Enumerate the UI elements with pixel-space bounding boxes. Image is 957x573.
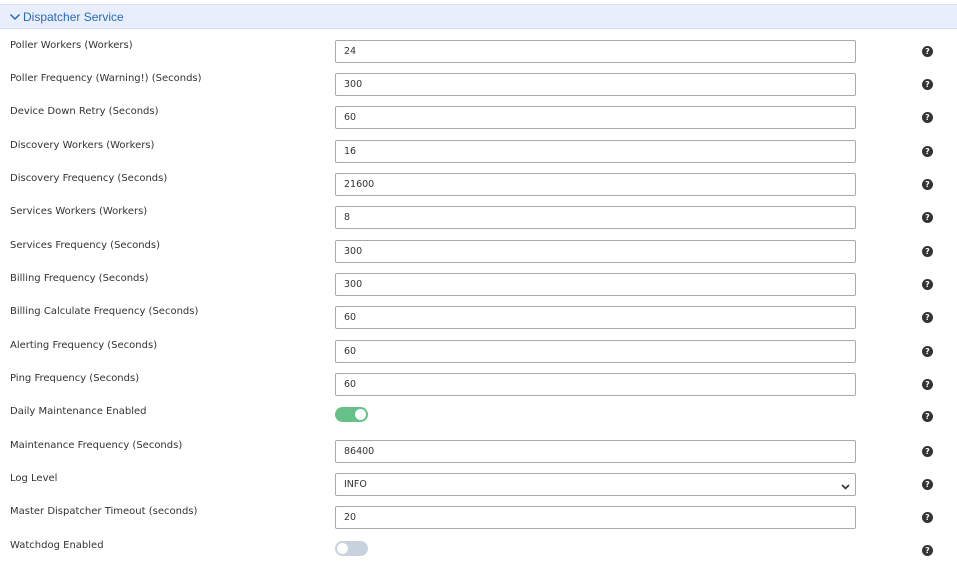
setting-row-device-down-retry-seconds: Device Down Retry (Seconds) 60? (0, 106, 957, 139)
setting-row-services-workers-workers: Services Workers (Workers) 8? (0, 206, 957, 239)
billing-frequency-seconds-input[interactable]: 300 (335, 273, 856, 296)
help-icon[interactable]: ? (922, 212, 933, 223)
setting-row-alerting-frequency-seconds: Alerting Frequency (Seconds) 60? (0, 340, 957, 373)
discovery-frequency-seconds-input[interactable]: 21600 (335, 173, 856, 196)
setting-row-services-frequency-seconds: Services Frequency (Seconds) 300? (0, 240, 957, 273)
help-icon[interactable]: ? (922, 246, 933, 257)
help-icon[interactable]: ? (922, 346, 933, 357)
master-dispatcher-timeout-seconds-input[interactable]: 20 (335, 506, 856, 529)
services-frequency-seconds-input[interactable]: 300 (335, 240, 856, 263)
help-icon[interactable]: ? (922, 312, 933, 323)
billing-calculate-frequency-seconds-input[interactable]: 60 (335, 306, 856, 329)
help-icon[interactable]: ? (922, 379, 933, 390)
setting-row-billing-frequency-seconds: Billing Frequency (Seconds) 300? (0, 273, 957, 306)
select-value: INFO (344, 479, 367, 490)
toggle-knob (337, 543, 348, 554)
help-icon[interactable]: ? (922, 545, 933, 556)
discovery-workers-workers-input[interactable]: 16 (335, 140, 856, 163)
setting-label: Maintenance Frequency (Seconds) (10, 440, 183, 451)
setting-label: Discovery Frequency (Seconds) (10, 173, 168, 184)
setting-label: Discovery Workers (Workers) (10, 140, 155, 151)
setting-row-discovery-frequency-seconds: Discovery Frequency (Seconds) 21600? (0, 173, 957, 206)
setting-label: Poller Workers (Workers) (10, 40, 133, 51)
log-level-select[interactable]: INFO (335, 473, 856, 496)
device-down-retry-seconds-input[interactable]: 60 (335, 106, 856, 129)
setting-label: Ping Frequency (Seconds) (10, 373, 140, 384)
setting-row-discovery-workers-workers: Discovery Workers (Workers) 16? (0, 140, 957, 173)
setting-row-maintenance-frequency-seconds: Maintenance Frequency (Seconds) 86400? (0, 440, 957, 473)
maintenance-frequency-seconds-input[interactable]: 86400 (335, 440, 856, 463)
setting-row-billing-calculate-frequency-seconds: Billing Calculate Frequency (Seconds) 60? (0, 306, 957, 339)
ping-frequency-seconds-input[interactable]: 60 (335, 373, 856, 396)
setting-label: Services Frequency (Seconds) (10, 240, 160, 251)
setting-row-watchdog-enabled: Watchdog Enabled? (0, 540, 957, 573)
setting-row-log-level: Log Level INFO? (0, 473, 957, 506)
setting-label: Alerting Frequency (Seconds) (10, 340, 158, 351)
poller-frequency-warning-seconds-input[interactable]: 300 (335, 73, 856, 96)
alerting-frequency-seconds-input[interactable]: 60 (335, 340, 856, 363)
setting-row-poller-frequency-warning-seconds: Poller Frequency (Warning!) (Seconds) 300… (0, 73, 957, 106)
setting-label: Log Level (10, 473, 58, 484)
help-icon[interactable]: ? (922, 146, 933, 157)
help-icon[interactable]: ? (922, 279, 933, 290)
setting-row-ping-frequency-seconds: Ping Frequency (Seconds) 60? (0, 373, 957, 406)
help-icon[interactable]: ? (922, 446, 933, 457)
help-icon[interactable]: ? (922, 112, 933, 123)
setting-label: Poller Frequency (Warning!) (Seconds) (10, 73, 202, 84)
setting-label: Billing Frequency (Seconds) (10, 273, 149, 284)
help-icon[interactable]: ? (922, 179, 933, 190)
chevron-down-icon (8, 10, 22, 24)
watchdog-enabled-toggle[interactable] (335, 541, 368, 556)
chevron-down-icon (840, 479, 851, 490)
help-icon[interactable]: ? (922, 512, 933, 523)
setting-row-master-dispatcher-timeout-seconds: Master Dispatcher Timeout (seconds) 20? (0, 506, 957, 539)
setting-label: Daily Maintenance Enabled (10, 406, 147, 417)
setting-label: Services Workers (Workers) (10, 206, 148, 217)
setting-row-poller-workers-workers: Poller Workers (Workers) 24? (0, 40, 957, 73)
setting-label: Watchdog Enabled (10, 540, 104, 551)
setting-row-daily-maintenance-enabled: Daily Maintenance Enabled? (0, 406, 957, 439)
help-icon[interactable]: ? (922, 79, 933, 90)
setting-label: Billing Calculate Frequency (Seconds) (10, 306, 199, 317)
panel-heading[interactable]: Dispatcher Service (0, 4, 957, 29)
poller-workers-workers-input[interactable]: 24 (335, 40, 856, 63)
toggle-knob (355, 409, 366, 420)
setting-label: Master Dispatcher Timeout (seconds) (10, 506, 198, 517)
panel-title: Dispatcher Service (23, 9, 124, 24)
setting-label: Device Down Retry (Seconds) (10, 106, 159, 117)
help-icon[interactable]: ? (922, 479, 933, 490)
help-icon[interactable]: ? (922, 411, 933, 422)
help-icon[interactable]: ? (922, 46, 933, 57)
services-workers-workers-input[interactable]: 8 (335, 206, 856, 229)
daily-maintenance-enabled-toggle[interactable] (335, 407, 368, 422)
